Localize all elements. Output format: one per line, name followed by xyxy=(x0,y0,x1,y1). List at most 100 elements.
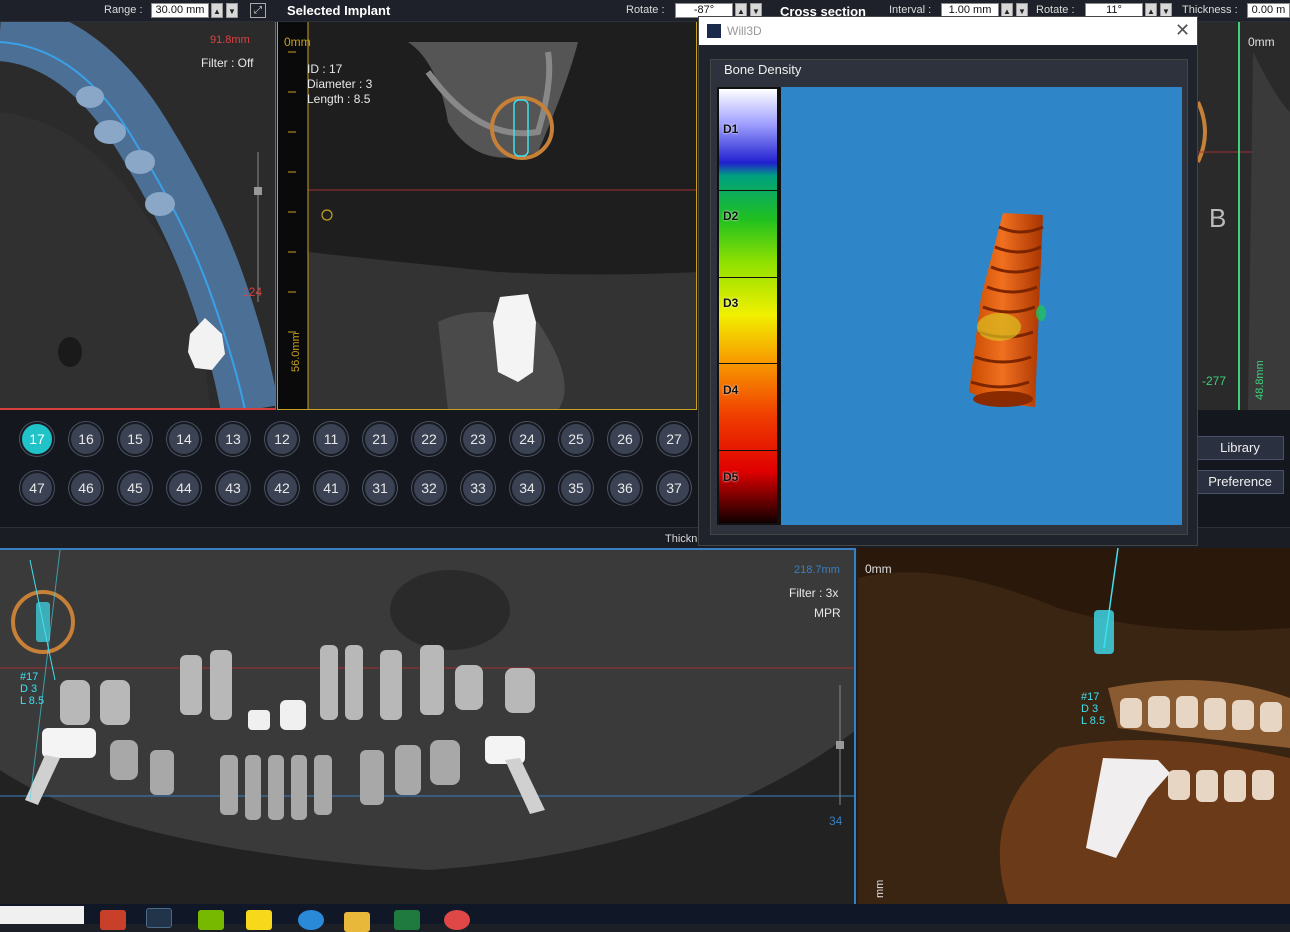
density-level-d5: D5 xyxy=(723,469,739,484)
implant-view-top-mm: 0mm xyxy=(284,35,311,49)
range-up-button[interactable]: ▲ xyxy=(211,3,223,18)
tooth-button-47[interactable]: 47 xyxy=(20,471,54,505)
tooth-button-35[interactable]: 35 xyxy=(559,471,593,505)
library-button[interactable]: Library xyxy=(1196,436,1284,460)
expand-icon[interactable]: ⤢ xyxy=(250,3,266,18)
thickness-strip-label: Thickn xyxy=(665,533,698,545)
search-box[interactable] xyxy=(0,906,84,924)
density-level-d4: D4 xyxy=(723,382,739,397)
volume-implant-number: #17 xyxy=(1081,691,1100,703)
volume-implant-label: #17 D 3 L 8.5 xyxy=(1081,691,1105,727)
nvidia-icon[interactable] xyxy=(198,910,224,930)
volume-top-mm: 0mm xyxy=(865,562,892,576)
tooth-button-32[interactable]: 32 xyxy=(412,471,446,505)
kakaotalk-icon[interactable] xyxy=(246,910,272,930)
volume-render-image xyxy=(858,548,1290,904)
density-threshold-line xyxy=(719,276,789,278)
thickness-input[interactable]: 0.00 m xyxy=(1247,3,1290,18)
excel-icon[interactable] xyxy=(394,910,420,930)
tooth-button-24[interactable]: 24 xyxy=(510,422,544,456)
implant-diameter-label: Diameter : 3 xyxy=(307,77,373,91)
panoramic-implant-label: #17 D 3 L 8.5 xyxy=(20,671,44,707)
tooth-button-25[interactable]: 25 xyxy=(559,422,593,456)
axial-size-label: 91.8mm xyxy=(210,34,250,46)
implant-view[interactable]: 0mm 56.0mm ID : 17 Diameter : 3 Length :… xyxy=(277,22,697,410)
cross-letter: B xyxy=(1209,203,1227,233)
dialog-close-icon[interactable]: ✕ xyxy=(1175,20,1190,41)
panoramic-implant-length: L 8.5 xyxy=(20,695,45,707)
tooth-button-15[interactable]: 15 xyxy=(118,422,152,456)
implant-3d-model xyxy=(969,213,1046,407)
taskbar xyxy=(0,904,1290,932)
tooth-button-26[interactable]: 26 xyxy=(608,422,642,456)
tooth-button-41[interactable]: 41 xyxy=(314,471,348,505)
range-input[interactable]: 30.00 mm xyxy=(151,3,209,18)
dialog-title: Will3D xyxy=(727,24,762,38)
panoramic-mode-label: MPR xyxy=(814,606,841,620)
tooth-button-46[interactable]: 46 xyxy=(69,471,103,505)
cross-value: -277 xyxy=(1202,374,1227,388)
implant-view-side-mm: 56.0mm xyxy=(290,332,302,372)
panoramic-slider-value: 34 xyxy=(829,814,843,828)
tooth-button-37[interactable]: 37 xyxy=(657,471,691,505)
tooth-button-12[interactable]: 12 xyxy=(265,422,299,456)
volume-implant-length: L 8.5 xyxy=(1081,715,1106,727)
thickness-label: Thickness : xyxy=(1182,4,1238,16)
implant-3d-viewport[interactable] xyxy=(781,87,1182,525)
rotate-label-2: Rotate : xyxy=(1036,4,1075,16)
bone-density-dialog: Will3D ✕ Bone Density D1 D2 D3 D4 D5 xyxy=(698,16,1198,546)
rotate-label: Rotate : xyxy=(626,4,665,16)
axial-view[interactable]: 91.8mm Filter : Off 124 xyxy=(0,22,276,410)
bone-density-header: Bone Density xyxy=(724,62,802,77)
panoramic-filter-label: Filter : 3x xyxy=(789,586,839,600)
cross-side-mm: 48.8mm xyxy=(1254,360,1266,400)
ie-icon[interactable] xyxy=(298,910,324,930)
tooth-button-31[interactable]: 31 xyxy=(363,471,397,505)
implant-id-label: ID : 17 xyxy=(307,62,343,76)
interval-label: Interval : xyxy=(889,4,932,16)
tooth-button-43[interactable]: 43 xyxy=(216,471,250,505)
tooth-button-23[interactable]: 23 xyxy=(461,422,495,456)
panoramic-view[interactable]: 218.7mm Filter : 3x MPR #17 D 3 L 8.5 34 xyxy=(0,548,856,904)
tooth-button-36[interactable]: 36 xyxy=(608,471,642,505)
tooth-button-42[interactable]: 42 xyxy=(265,471,299,505)
panoramic-size-label: 218.7mm xyxy=(794,564,840,576)
density-level-d2: D2 xyxy=(723,209,739,224)
volume-implant-density: D 3 xyxy=(1081,703,1099,715)
density-threshold-line xyxy=(719,189,789,191)
tooth-button-27[interactable]: 27 xyxy=(657,422,691,456)
tooth-button-44[interactable]: 44 xyxy=(167,471,201,505)
tooth-button-21[interactable]: 21 xyxy=(363,422,397,456)
cross-top-mm: 0mm xyxy=(1248,35,1275,49)
density-level-d1: D1 xyxy=(723,122,739,137)
selected-implant-title: Selected Implant xyxy=(287,3,391,18)
tooth-button-13[interactable]: 13 xyxy=(216,422,250,456)
tooth-button-34[interactable]: 34 xyxy=(510,471,544,505)
panoramic-xray-image xyxy=(0,550,854,904)
tooth-button-33[interactable]: 33 xyxy=(461,471,495,505)
axial-slider-value: 124 xyxy=(242,285,263,299)
panoramic-implant-density: D 3 xyxy=(20,683,38,695)
tooth-button-16[interactable]: 16 xyxy=(69,422,103,456)
folder-icon[interactable] xyxy=(344,912,370,932)
density-level-d3: D3 xyxy=(723,296,739,310)
volume-side-mm: mm xyxy=(874,879,886,898)
density-threshold-line xyxy=(719,450,789,452)
tooth-button-45[interactable]: 45 xyxy=(118,471,152,505)
range-down-button[interactable]: ▼ xyxy=(226,3,238,18)
volume-3d-view[interactable]: 0mm mm #17 D 3 L 8.5 xyxy=(858,548,1290,904)
tooth-button-22[interactable]: 22 xyxy=(412,422,446,456)
powerpoint-icon[interactable] xyxy=(100,910,126,930)
acrobat-icon[interactable] xyxy=(444,910,470,930)
will3d-logo-icon xyxy=(707,24,721,38)
axial-filter-label: Filter : Off xyxy=(201,56,254,70)
axial-ct-image xyxy=(0,22,275,408)
cross-section-view[interactable]: 0mm B -277 48.8mm xyxy=(1198,22,1290,410)
app-icon[interactable] xyxy=(146,908,172,928)
panoramic-implant-number: #17 xyxy=(20,671,39,683)
preference-button[interactable]: Preference xyxy=(1196,470,1284,494)
tooth-button-11[interactable]: 11 xyxy=(314,422,348,456)
tooth-button-17[interactable]: 17 xyxy=(20,422,54,456)
dialog-titlebar: Will3D ✕ xyxy=(699,17,1197,45)
tooth-button-14[interactable]: 14 xyxy=(167,422,201,456)
